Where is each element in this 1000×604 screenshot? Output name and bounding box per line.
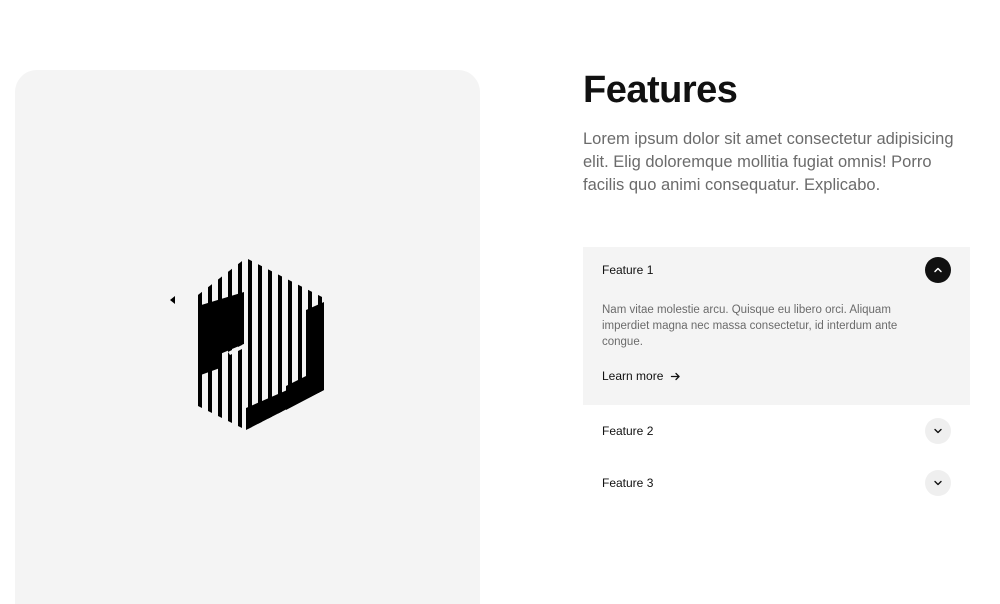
collapse-button[interactable]	[925, 257, 951, 283]
page-title: Features	[583, 69, 738, 111]
learn-more-link[interactable]: Learn more	[602, 369, 681, 383]
arrow-right-icon	[671, 372, 681, 380]
accordion-header-feature-1[interactable]: Feature 1	[602, 247, 951, 293]
features-accordion: Feature 1 Nam vitae molestie arcu. Quisq…	[583, 247, 970, 509]
accordion-label: Feature 2	[602, 424, 654, 438]
accordion-item-feature-2: Feature 2	[583, 405, 970, 457]
intro-text: Lorem ipsum dolor sit amet consectetur a…	[583, 130, 954, 194]
accordion-body-text: Nam vitae molestie arcu. Quisque eu libe…	[602, 304, 898, 348]
accordion-header-feature-2[interactable]: Feature 2	[602, 405, 951, 457]
learn-more-label: Learn more	[602, 369, 664, 383]
chevron-down-icon	[934, 428, 942, 434]
expand-button[interactable]	[925, 418, 951, 444]
accordion-item-feature-3: Feature 3	[583, 457, 970, 509]
accordion-item-feature-1: Feature 1 Nam vitae molestie arcu. Quisq…	[583, 247, 970, 405]
accordion-label: Feature 3	[602, 476, 654, 490]
chevron-down-icon	[934, 480, 942, 486]
expand-button[interactable]	[925, 470, 951, 496]
striped-hexagon-logo-icon	[170, 258, 324, 430]
page: Features Lorem ipsum dolor sit amet cons…	[0, 0, 1000, 604]
accordion-header-feature-3[interactable]: Feature 3	[602, 457, 951, 509]
features-content: Features Lorem ipsum dolor sit amet cons…	[583, 68, 970, 197]
accordion-label: Feature 1	[602, 263, 654, 277]
chevron-up-icon	[934, 267, 942, 273]
